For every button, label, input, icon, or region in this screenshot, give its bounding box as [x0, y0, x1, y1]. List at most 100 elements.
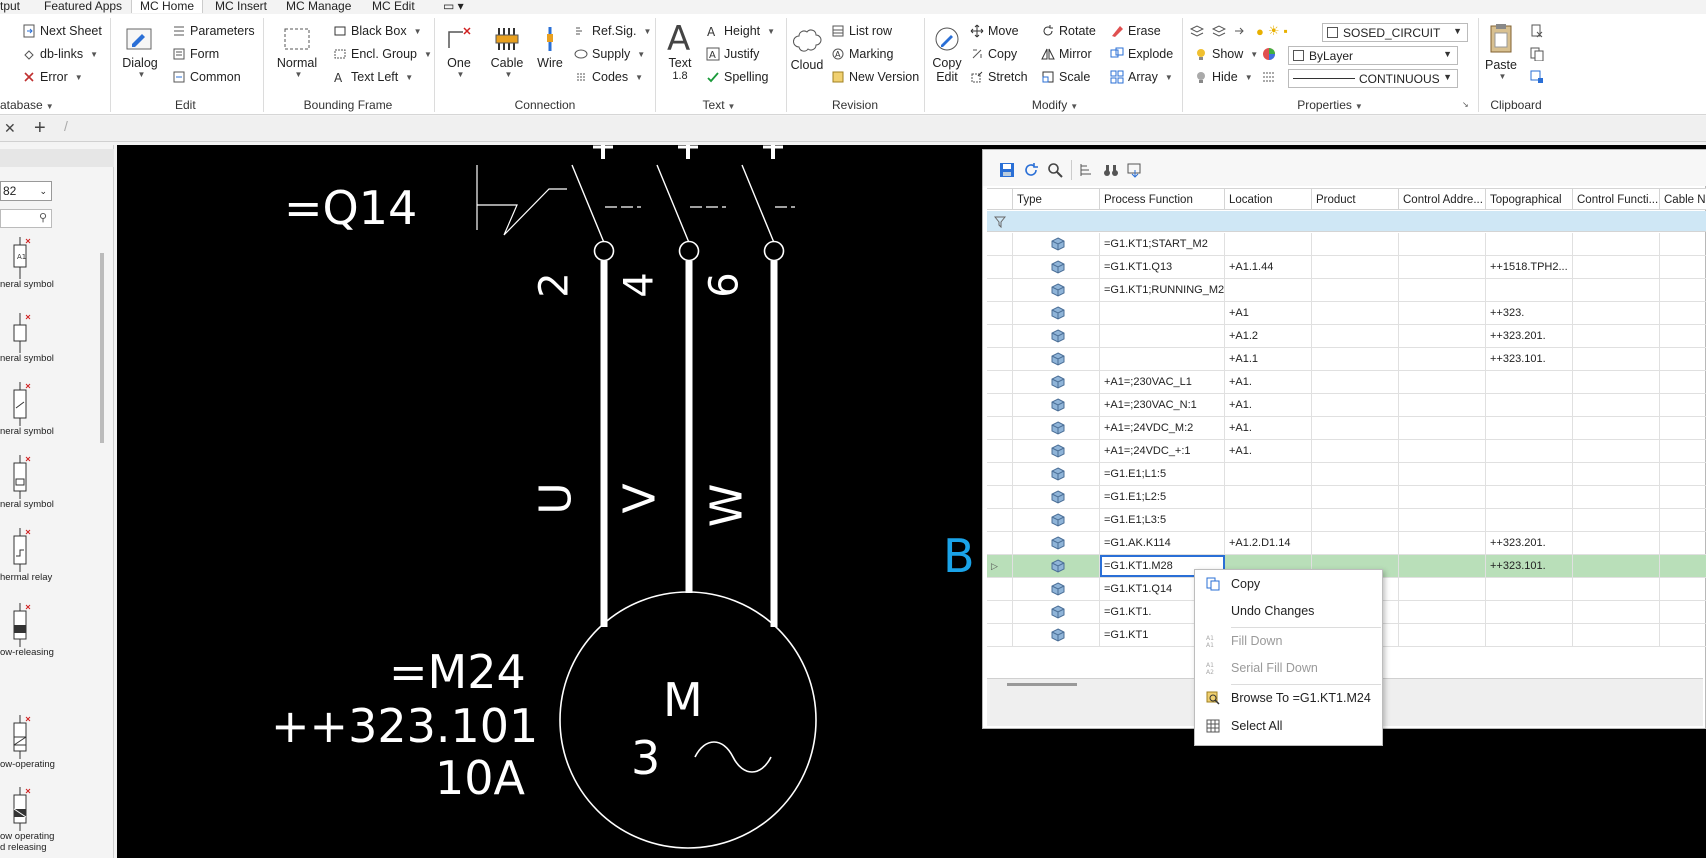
- cable-no-cell[interactable]: [1660, 371, 1706, 393]
- location-cell[interactable]: +A1.1.44: [1225, 256, 1312, 278]
- process-function-cell[interactable]: =G1.E1;L3:5: [1100, 509, 1225, 531]
- properties-launcher-icon[interactable]: ↘: [1462, 100, 1469, 109]
- palette-search-input[interactable]: ⚲: [0, 209, 52, 228]
- tab-mc-manage[interactable]: MC Manage: [286, 0, 351, 14]
- group-label-text[interactable]: Text ▼: [696, 98, 742, 112]
- menu-item-fill-down[interactable]: A1 A1 Fill Down: [1195, 629, 1382, 653]
- location-cell[interactable]: +A1.: [1225, 417, 1312, 439]
- search-icon[interactable]: [1047, 162, 1063, 178]
- cable-no-cell[interactable]: [1660, 440, 1706, 462]
- control-function-cell[interactable]: [1573, 371, 1660, 393]
- table-row[interactable]: =G1.AK.K114 +A1.2.D1.14 ++323.201.: [987, 532, 1706, 555]
- new-tab-plus-icon[interactable]: +: [34, 117, 46, 140]
- control-function-cell[interactable]: [1573, 532, 1660, 554]
- list-row-button[interactable]: List row: [831, 24, 892, 38]
- column-header-control-function[interactable]: Control Functi...: [1573, 189, 1660, 209]
- control-address-cell[interactable]: [1399, 555, 1486, 577]
- cable-no-cell[interactable]: [1660, 233, 1706, 255]
- table-row[interactable]: +A1.2 ++323.201.: [987, 325, 1706, 348]
- table-row[interactable]: =G1.E1;L3:5: [987, 509, 1706, 532]
- location-cell[interactable]: +A1.: [1225, 394, 1312, 416]
- process-function-cell[interactable]: =G1.KT1.Q13: [1100, 256, 1225, 278]
- process-function-cell[interactable]: [1100, 325, 1225, 347]
- group-label-modify[interactable]: Modify ▼: [1020, 98, 1090, 112]
- menu-item-browse-to[interactable]: Browse To =G1.KT1.M24: [1195, 686, 1382, 710]
- topographical-cell[interactable]: ++1518.TPH2...: [1486, 256, 1573, 278]
- tab-extra-dropdown[interactable]: ▭ ▾: [443, 0, 464, 14]
- type-cell[interactable]: [1013, 394, 1100, 416]
- binoculars-icon[interactable]: [1103, 162, 1119, 178]
- horizontal-scrollbar-thumb[interactable]: [1007, 683, 1077, 686]
- new-version-button[interactable]: New Version: [831, 70, 919, 84]
- topographical-cell[interactable]: [1486, 440, 1573, 462]
- product-cell[interactable]: [1312, 302, 1399, 324]
- marking-button[interactable]: A Marking: [831, 47, 893, 61]
- cable-no-cell[interactable]: [1660, 486, 1706, 508]
- linetype-icon[interactable]: [1262, 70, 1276, 84]
- location-cell[interactable]: [1225, 486, 1312, 508]
- mirror-button[interactable]: Mirror: [1041, 47, 1092, 61]
- process-function-cell[interactable]: [1100, 302, 1225, 324]
- column-header-type[interactable]: Type: [1013, 189, 1100, 209]
- type-cell[interactable]: [1013, 348, 1100, 370]
- layer-stack-icon-1[interactable]: [1189, 24, 1205, 38]
- control-function-cell[interactable]: [1573, 233, 1660, 255]
- save-icon[interactable]: [999, 162, 1015, 178]
- layer-match-icon[interactable]: [1234, 24, 1248, 38]
- table-row[interactable]: +A1=;230VAC_N:1 +A1.: [987, 394, 1706, 417]
- layer-stack-icon-2[interactable]: [1211, 24, 1227, 38]
- topographical-cell[interactable]: [1486, 417, 1573, 439]
- one-button[interactable]: One ▼: [441, 24, 477, 79]
- process-function-cell[interactable]: =G1.AK.K114: [1100, 532, 1225, 554]
- control-function-cell[interactable]: [1573, 348, 1660, 370]
- topographical-cell[interactable]: [1486, 509, 1573, 531]
- topographical-cell[interactable]: [1486, 371, 1573, 393]
- product-cell[interactable]: [1312, 440, 1399, 462]
- cable-no-cell[interactable]: [1660, 555, 1706, 577]
- type-cell[interactable]: [1013, 256, 1100, 278]
- cable-no-cell[interactable]: [1660, 302, 1706, 324]
- location-cell[interactable]: +A1.2.D1.14: [1225, 532, 1312, 554]
- tab-mc-edit[interactable]: MC Edit: [372, 0, 415, 14]
- tab-mc-insert[interactable]: MC Insert: [215, 0, 267, 14]
- copy-clip-icon[interactable]: [1530, 47, 1544, 62]
- topographical-cell[interactable]: ++323.101.: [1486, 348, 1573, 370]
- layer-combo[interactable]: SOSED_CIRCUIT ▼: [1322, 23, 1468, 42]
- process-function-cell[interactable]: +A1=;24VDC_+:1: [1100, 440, 1225, 462]
- table-row[interactable]: =G1.KT1;RUNNING_M2: [987, 279, 1706, 302]
- process-function-cell[interactable]: =G1.E1;L2:5: [1100, 486, 1225, 508]
- control-address-cell[interactable]: [1399, 486, 1486, 508]
- process-function-cell[interactable]: +A1=;24VDC_M:2: [1100, 417, 1225, 439]
- table-row[interactable]: +A1=;230VAC_L1 +A1.: [987, 371, 1706, 394]
- type-cell[interactable]: [1013, 555, 1100, 577]
- product-cell[interactable]: [1312, 486, 1399, 508]
- control-address-cell[interactable]: [1399, 601, 1486, 623]
- control-address-cell[interactable]: [1399, 302, 1486, 324]
- process-function-cell[interactable]: =G1.KT1;START_M2: [1100, 233, 1225, 255]
- cable-no-cell[interactable]: [1660, 279, 1706, 301]
- copy-button[interactable]: Copy: [970, 47, 1017, 61]
- db-links-button[interactable]: db-links ▼: [22, 47, 98, 61]
- cable-no-cell[interactable]: [1660, 417, 1706, 439]
- process-function-cell[interactable]: +A1=;230VAC_N:1: [1100, 394, 1225, 416]
- topographical-cell[interactable]: ++323.201.: [1486, 532, 1573, 554]
- palette-symbol-4[interactable]: neral symbol: [0, 455, 104, 510]
- palette-symbol-1[interactable]: A1 neral symbol: [0, 237, 104, 290]
- menu-item-copy[interactable]: Copy: [1195, 572, 1382, 596]
- cable-no-cell[interactable]: [1660, 394, 1706, 416]
- type-cell[interactable]: [1013, 325, 1100, 347]
- topographical-cell[interactable]: [1486, 624, 1573, 646]
- palette-symbol-slow-op-rel[interactable]: ow operating d releasing: [0, 787, 104, 853]
- color-combo[interactable]: ByLayer ▼: [1288, 46, 1458, 65]
- copy-edit-button[interactable]: Copy Edit: [929, 24, 965, 84]
- topographical-cell[interactable]: [1486, 601, 1573, 623]
- palette-symbol-2[interactable]: neral symbol: [0, 313, 104, 364]
- tab-featured-apps[interactable]: Featured Apps: [44, 0, 122, 14]
- group-label-properties[interactable]: Properties ▼: [1290, 98, 1370, 112]
- table-row[interactable]: +A1=;24VDC_M:2 +A1.: [987, 417, 1706, 440]
- control-address-cell[interactable]: [1399, 279, 1486, 301]
- dialog-button[interactable]: Dialog ▼: [118, 24, 162, 79]
- product-cell[interactable]: [1312, 233, 1399, 255]
- cable-no-cell[interactable]: [1660, 509, 1706, 531]
- text-left-button[interactable]: A Text Left ▼: [333, 70, 413, 85]
